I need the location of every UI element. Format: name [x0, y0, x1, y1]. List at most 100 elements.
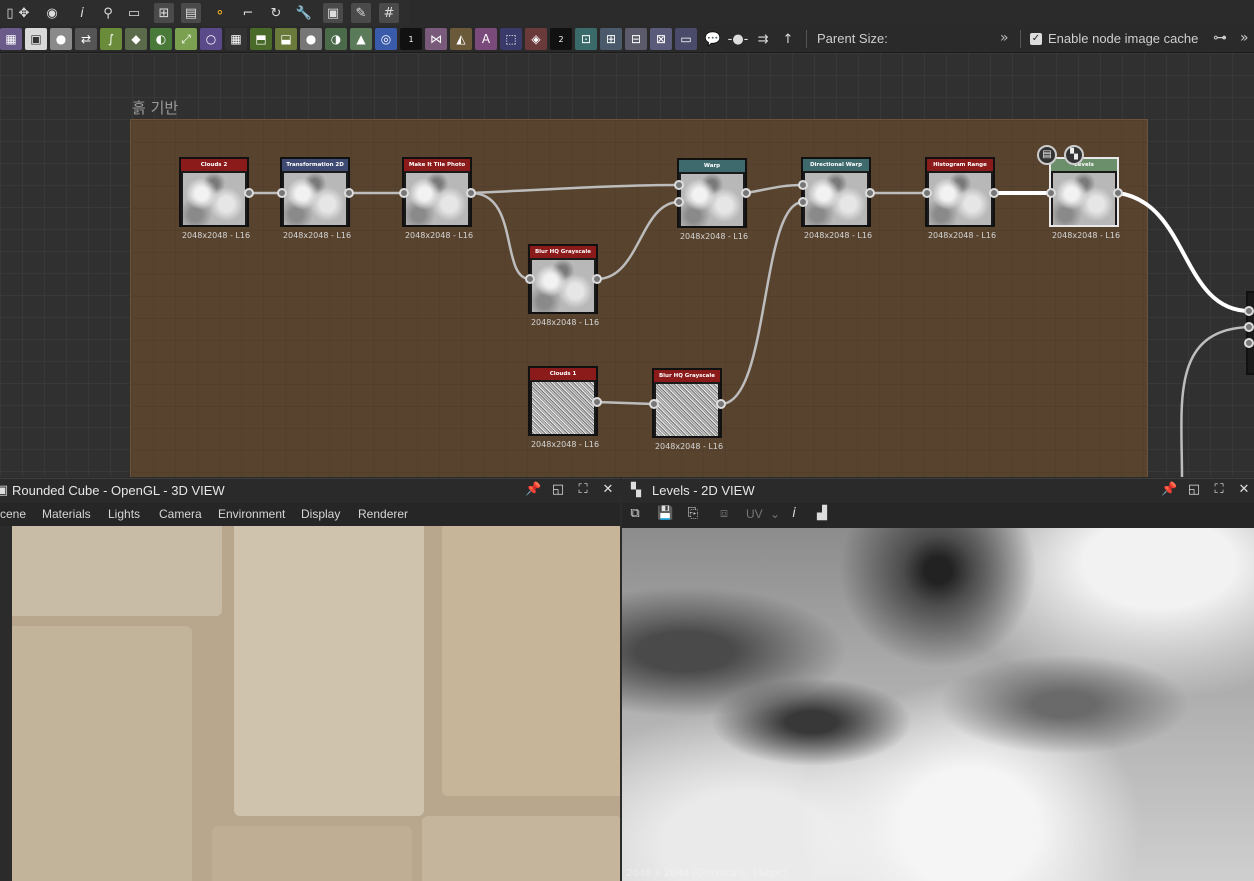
output-icon[interactable]: ⊟	[625, 28, 647, 50]
histogram-icon[interactable]: ▟	[814, 506, 830, 522]
document-icon[interactable]: ▤	[1037, 145, 1057, 165]
comment-icon[interactable]: 💬	[703, 29, 723, 49]
circle-icon[interactable]: ○	[200, 28, 222, 50]
graph-node-clouds-1[interactable]: Clouds 1 2048x2048 - L16	[528, 366, 599, 449]
input-port[interactable]	[922, 188, 932, 198]
histogram-icon[interactable]: ▲	[350, 28, 372, 50]
output-port[interactable]	[1113, 188, 1123, 198]
enable-cache-checkbox[interactable]: ✓	[1030, 33, 1042, 45]
close-icon[interactable]: ✕	[1236, 482, 1252, 498]
graph-node-clouds-2[interactable]: Clouds 2 2048x2048 - L16	[179, 157, 250, 240]
input-port[interactable]	[674, 197, 684, 207]
copy-icon[interactable]: ⎘	[685, 506, 701, 522]
chevron-down-icon[interactable]: ⌄	[770, 507, 780, 521]
restore-icon[interactable]: ◱	[1186, 482, 1202, 498]
value-icon[interactable]: ●	[300, 28, 322, 50]
search-icon[interactable]: ⚲	[98, 3, 118, 23]
toolbar-overflow[interactable]: »	[1240, 30, 1249, 46]
transform-icon[interactable]: ⬚	[500, 28, 522, 50]
graph-node-warp[interactable]: Warp 2048x2048 - L16	[677, 158, 748, 241]
compare-icon[interactable]: ⧈	[716, 506, 732, 522]
input-port[interactable]	[798, 197, 808, 207]
graph-node-blur-hq-1[interactable]: Blur HQ Grayscale 2048x2048 - L16	[528, 244, 599, 327]
connector-icon[interactable]: ⌐	[238, 3, 258, 23]
2d-viewport[interactable]: 2048 x 2048 (Grayscale, 16bpc)	[622, 528, 1254, 881]
input-port[interactable]	[798, 180, 808, 190]
grid-icon[interactable]: ▦	[225, 28, 247, 50]
pixel-processor-icon[interactable]: ⬓	[275, 28, 297, 50]
input-port[interactable]	[1244, 306, 1254, 316]
input-port[interactable]	[1046, 188, 1056, 198]
input-port[interactable]	[277, 188, 287, 198]
layout-icon[interactable]: ▭	[124, 3, 144, 23]
menu-display[interactable]: Display	[301, 507, 340, 521]
3d-tool-strip[interactable]	[0, 526, 12, 881]
menu-environment[interactable]: Environment	[218, 507, 285, 521]
input-port[interactable]	[1244, 322, 1254, 332]
wrench-icon[interactable]: 🔧	[294, 3, 314, 23]
output-port[interactable]	[466, 188, 476, 198]
hierarchy-icon[interactable]: ⊞	[154, 3, 174, 23]
menu-materials[interactable]: Materials	[42, 507, 91, 521]
info-icon[interactable]: i	[72, 3, 92, 23]
uv-dropdown[interactable]: UV	[746, 507, 763, 521]
graph-node-histogram-range[interactable]: Histogram Range 2048x2048 - L16	[925, 157, 996, 240]
graph-node-make-it-tile[interactable]: Make It Tile Photo 2048x2048 - L16	[402, 157, 473, 240]
input-port[interactable]	[399, 188, 409, 198]
graph-node-blur-hq-2[interactable]: Blur HQ Grayscale 2048x2048 - L16	[652, 368, 723, 451]
levels-icon[interactable]: ◑	[325, 28, 347, 50]
input-icon[interactable]: ⊞	[600, 28, 622, 50]
frame-icon[interactable]: ▣	[323, 3, 343, 23]
text-icon[interactable]: A	[475, 28, 497, 50]
warp-icon[interactable]: ⤢	[175, 28, 197, 50]
menu-lights[interactable]: Lights	[108, 507, 140, 521]
bitmap-icon[interactable]: ▦	[0, 28, 22, 50]
gradient-map-icon[interactable]: ◆	[125, 28, 147, 50]
output-port[interactable]	[741, 188, 751, 198]
emboss-icon[interactable]: ◭	[450, 28, 472, 50]
pin-icon[interactable]: 📌	[525, 482, 541, 498]
checker-icon[interactable]: ▚	[1064, 145, 1084, 165]
blend-icon[interactable]: ◐	[150, 28, 172, 50]
output-port[interactable]	[592, 274, 602, 284]
panel-icon[interactable]: ▤	[181, 3, 201, 23]
hsl-icon[interactable]: ◎	[375, 28, 397, 50]
directional-blur-icon[interactable]: ⊡	[575, 28, 597, 50]
output-port[interactable]	[989, 188, 999, 198]
pin-icon[interactable]: 📌	[1161, 482, 1177, 498]
fx-map-icon[interactable]: ⬒	[250, 28, 272, 50]
restore-icon[interactable]: ◱	[550, 482, 566, 498]
graph-canvas[interactable]: 흙 기반 Clouds 2 2048x2048 - L16 Transforma…	[0, 53, 1254, 477]
input-port[interactable]	[525, 274, 535, 284]
fill-icon[interactable]: ◈	[525, 28, 547, 50]
link-icon[interactable]: ⚬	[210, 3, 230, 23]
maximize-icon[interactable]: ⛶	[1211, 482, 1227, 498]
connector-toggle-icon[interactable]: ⊶	[1213, 30, 1227, 46]
save-icon[interactable]: 💾	[657, 506, 673, 522]
noise-icon[interactable]: 1	[400, 28, 422, 50]
graph-node-transformation-2d[interactable]: Transformation 2D 2048x2048 - L16	[280, 157, 351, 240]
menu-camera[interactable]: Camera	[159, 507, 202, 521]
camera-icon[interactable]: ◉	[42, 3, 62, 23]
input-port[interactable]	[674, 180, 684, 190]
output-port[interactable]	[592, 397, 602, 407]
normal-icon[interactable]: ⋈	[425, 28, 447, 50]
graph-node-levels[interactable]: Levels 2048x2048 - L16	[1049, 157, 1120, 240]
close-icon[interactable]: ✕	[600, 482, 616, 498]
grid-snap-icon[interactable]: #	[379, 3, 399, 23]
dither-icon[interactable]: 2	[550, 28, 572, 50]
dot-icon[interactable]: -●-	[728, 29, 749, 49]
uniform-color-icon[interactable]: ●	[50, 28, 72, 50]
maximize-icon[interactable]: ⛶	[575, 482, 591, 498]
output-port[interactable]	[244, 188, 254, 198]
graph-node-directional-warp[interactable]: Directional Warp 2048x2048 - L16	[801, 157, 872, 240]
brush-icon[interactable]: ✎	[351, 3, 371, 23]
layers-icon[interactable]: ⧉	[627, 506, 643, 522]
info-icon[interactable]: i	[786, 506, 802, 522]
chevron-right-icon[interactable]: »	[1000, 30, 1009, 46]
svg-icon[interactable]: ▣	[25, 28, 47, 50]
export-icon[interactable]: ⊠	[650, 28, 672, 50]
curve-icon[interactable]: ∫	[100, 28, 122, 50]
menu-scene[interactable]: cene	[0, 507, 26, 521]
refresh-icon[interactable]: ↻	[266, 3, 286, 23]
